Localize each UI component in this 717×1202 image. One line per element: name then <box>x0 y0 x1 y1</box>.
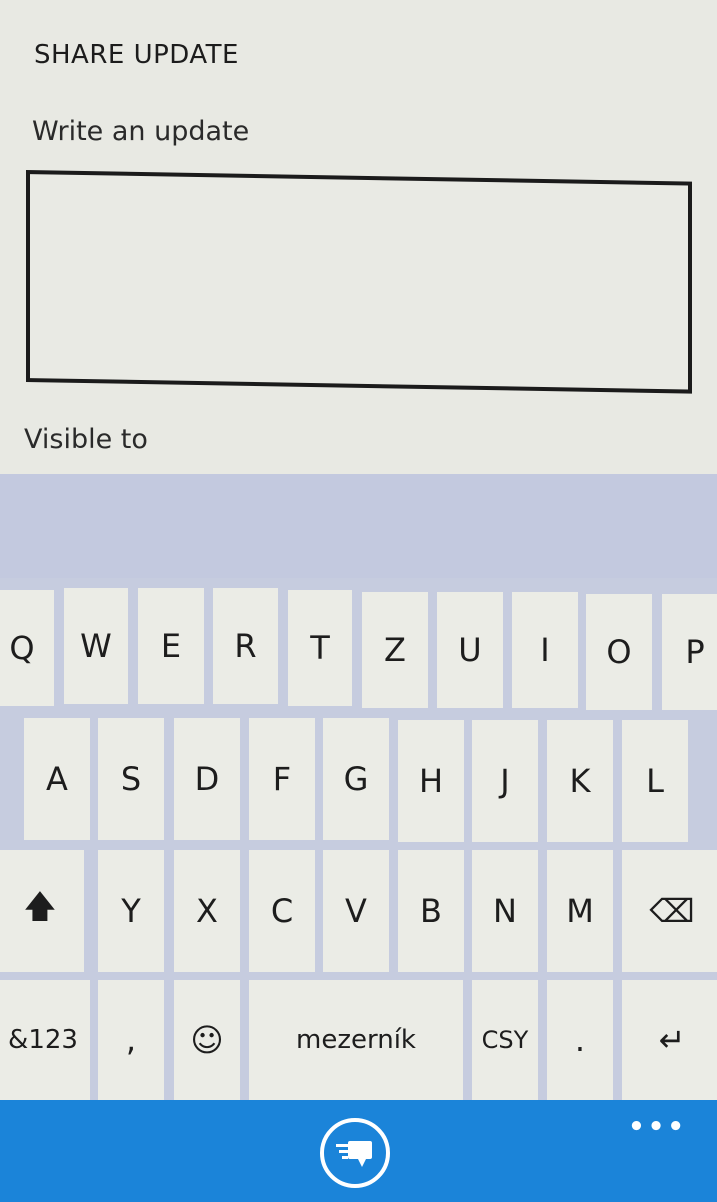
key-r[interactable]: R <box>213 588 278 704</box>
on-screen-keyboard: Q W E R T Z U I O P A S D F G H J K L 🡅 … <box>0 578 717 1106</box>
key-b[interactable]: B <box>398 850 464 972</box>
key-o[interactable]: O <box>586 594 652 710</box>
key-a[interactable]: A <box>24 718 90 840</box>
key-l[interactable]: L <box>622 720 688 842</box>
key-u[interactable]: U <box>437 592 503 708</box>
key-v[interactable]: V <box>323 850 389 972</box>
numbers-key[interactable]: &123 <box>0 980 90 1100</box>
share-button[interactable] <box>320 1118 390 1188</box>
comma-key[interactable]: , <box>98 980 164 1100</box>
key-x[interactable]: X <box>174 850 240 972</box>
key-h[interactable]: H <box>398 720 464 842</box>
backspace-key[interactable]: ⌫ <box>622 850 717 972</box>
key-p[interactable]: P <box>662 594 717 710</box>
enter-key[interactable]: ↵ <box>622 980 717 1100</box>
backspace-icon: ⌫ <box>649 892 695 930</box>
emoji-key[interactable]: ☺ <box>174 980 240 1100</box>
key-e[interactable]: E <box>138 588 204 704</box>
page-title: SHARE UPDATE <box>34 40 239 70</box>
key-f[interactable]: F <box>249 718 315 840</box>
emoji-icon: ☺ <box>190 1021 224 1059</box>
visible-to-label: Visible to <box>24 424 148 455</box>
key-y[interactable]: Y <box>98 850 164 972</box>
visible-to-selector[interactable] <box>0 474 717 590</box>
key-q[interactable]: Q <box>0 590 54 706</box>
update-input[interactable] <box>26 170 692 394</box>
key-k[interactable]: K <box>547 720 613 842</box>
key-s[interactable]: S <box>98 718 164 840</box>
key-d[interactable]: D <box>174 718 240 840</box>
period-key[interactable]: . <box>547 980 613 1100</box>
key-m[interactable]: M <box>547 850 613 972</box>
key-j[interactable]: J <box>472 720 538 842</box>
more-options-icon[interactable]: ••• <box>628 1112 687 1142</box>
key-t[interactable]: T <box>288 590 352 706</box>
shift-icon: 🡅 <box>23 887 57 925</box>
key-c[interactable]: C <box>249 850 315 972</box>
key-n[interactable]: N <box>472 850 538 972</box>
shift-key[interactable]: 🡅 <box>0 850 84 972</box>
enter-icon: ↵ <box>658 1021 686 1059</box>
key-g[interactable]: G <box>323 718 389 840</box>
app-bar: ••• <box>0 1100 717 1202</box>
update-label: Write an update <box>32 116 250 147</box>
key-w[interactable]: W <box>64 588 128 704</box>
language-key[interactable]: CSY <box>472 980 538 1100</box>
share-icon <box>336 1141 372 1167</box>
space-key[interactable]: mezerník <box>249 980 463 1100</box>
key-i[interactable]: I <box>512 592 578 708</box>
key-z[interactable]: Z <box>362 592 428 708</box>
